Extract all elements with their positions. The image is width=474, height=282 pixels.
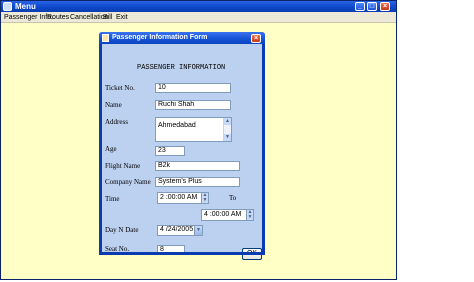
close-button[interactable]: × bbox=[380, 2, 390, 11]
time-from-spinner[interactable]: ▲ ▼ bbox=[201, 193, 208, 203]
spin-down-icon[interactable]: ▼ bbox=[247, 215, 253, 220]
name-field[interactable]: Ruchi Shah bbox=[155, 100, 231, 110]
dialog-body: PASSENGER INFORMATION Ticket No. 10 Name… bbox=[102, 44, 262, 260]
menu-routes[interactable]: Routes bbox=[47, 13, 69, 22]
ticket-label: Ticket No. bbox=[105, 84, 135, 92]
scroll-up-icon[interactable]: ▲ bbox=[224, 118, 231, 125]
form-icon bbox=[102, 34, 109, 42]
chevron-down-icon[interactable]: ▼ bbox=[194, 226, 202, 235]
app-title: Menu bbox=[15, 2, 36, 11]
dialog-bottom-border bbox=[99, 252, 265, 255]
menu-exit[interactable]: Exit bbox=[116, 13, 128, 22]
address-label: Address bbox=[105, 118, 128, 126]
maximize-button[interactable]: □ bbox=[367, 2, 377, 11]
flight-label: Flight Name bbox=[105, 162, 141, 170]
form-heading: PASSENGER INFORMATION bbox=[137, 64, 226, 72]
age-label: Age bbox=[105, 145, 117, 153]
scroll-down-icon[interactable]: ▼ bbox=[224, 134, 231, 141]
time-to-value: 4 :00:00 AM bbox=[204, 211, 242, 218]
to-label: To bbox=[229, 194, 237, 202]
company-field[interactable]: System's Plus bbox=[155, 177, 240, 187]
menu-bar: Passenger Info.. Routes Cancellation Bil… bbox=[1, 12, 396, 23]
date-value: 4 /24/2005 bbox=[160, 226, 194, 233]
dialog-close-button[interactable]: × bbox=[251, 34, 261, 43]
address-scrollbar[interactable]: ▲ ▼ bbox=[223, 118, 231, 141]
menu-bill[interactable]: Bill bbox=[103, 13, 112, 22]
date-label: Day N Date bbox=[105, 226, 139, 234]
age-field[interactable]: 23 bbox=[155, 146, 185, 156]
minimize-button[interactable]: _ bbox=[355, 2, 365, 11]
time-from-picker[interactable]: 2 :00:00 AM ▲ ▼ bbox=[157, 192, 209, 204]
time-to-spinner[interactable]: ▲ ▼ bbox=[246, 210, 253, 220]
flight-field[interactable]: B2k bbox=[155, 161, 240, 171]
time-label: Time bbox=[105, 195, 120, 203]
date-picker[interactable]: 4 /24/2005 ▼ bbox=[157, 225, 203, 236]
dialog-title-bar[interactable]: Passenger Information Form × bbox=[99, 32, 265, 44]
time-to-picker[interactable]: 4 :00:00 AM ▲ ▼ bbox=[201, 209, 254, 221]
passenger-info-dialog: Passenger Information Form × PASSENGER I… bbox=[99, 32, 265, 260]
spin-down-icon[interactable]: ▼ bbox=[202, 198, 208, 203]
name-label: Name bbox=[105, 101, 122, 109]
address-field[interactable]: Ahmedabad ▲ ▼ bbox=[155, 117, 232, 142]
ticket-field[interactable]: 10 bbox=[155, 83, 231, 93]
company-label: Company Name bbox=[105, 178, 151, 186]
dialog-title: Passenger Information Form bbox=[112, 34, 208, 41]
app-icon bbox=[3, 2, 12, 11]
address-value: Ahmedabad bbox=[158, 122, 196, 129]
time-from-value: 2 :00:00 AM bbox=[160, 194, 198, 201]
app-title-bar[interactable]: Menu _ □ × bbox=[1, 1, 396, 12]
